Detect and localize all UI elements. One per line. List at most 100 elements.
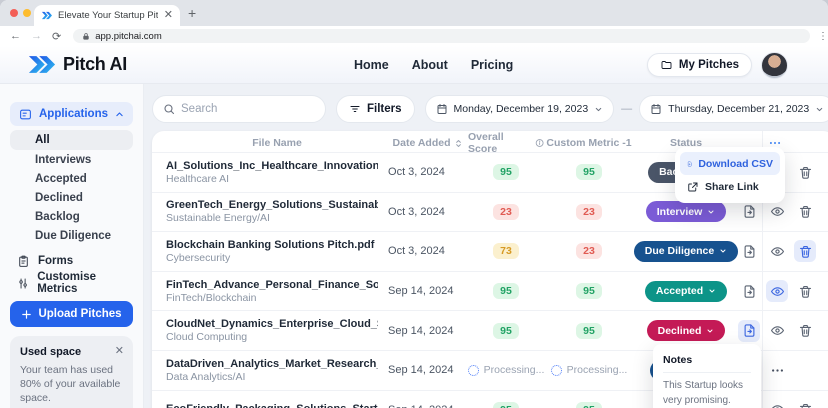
search-box[interactable] [152,95,327,123]
ellipsis-icon[interactable] [766,359,788,381]
file-category: FinTech/Blockchain [166,291,257,304]
upload-pitches-button[interactable]: Upload Pitches [10,301,134,327]
eye-icon[interactable] [766,399,788,408]
status-cell: Due Diligence [633,240,739,262]
new-tab-button[interactable]: + [188,5,196,21]
date-from-picker[interactable]: Monday, December 19, 2023 [424,95,615,123]
sidebar-item-forms[interactable]: Forms [10,251,133,271]
nav-pricing[interactable]: Pricing [471,58,513,72]
status-dropdown[interactable]: Interview [645,201,727,223]
file-cell[interactable]: EcoFriendly_Packaging_Solutions_Startup_… [166,403,388,408]
file-cell[interactable]: FinTech_Advance_Personal_Finance_Solutio… [166,279,388,304]
nav-home[interactable]: Home [354,58,389,72]
used-space-card: Used space ✕ Your team has used 80% of y… [10,336,134,408]
date-added-cell: Sep 14, 2024 [388,324,454,337]
file-cell[interactable]: Blockchain Banking Solutions Pitch.pdf Cy… [166,239,388,264]
copy-icon[interactable] [738,280,760,302]
status-dropdown[interactable]: Due Diligence [633,240,739,262]
filters-button[interactable]: Filters [336,95,415,123]
trash-icon[interactable] [794,240,817,263]
chevron-down-icon [595,107,602,111]
eye-icon[interactable] [766,320,788,342]
column-date-added[interactable]: Date Added [388,137,468,149]
date-range: Monday, December 19, 2023 — Thursday, De… [424,95,828,123]
reload-icon[interactable]: ⟳ [52,30,61,43]
tab-favicon-icon [41,11,52,20]
user-avatar[interactable] [761,52,788,79]
trash-icon[interactable] [794,280,816,302]
back-icon[interactable]: ← [10,30,21,42]
trash-icon[interactable] [794,161,816,183]
download-csv-icon [687,161,692,166]
file-name: Blockchain Banking Solutions Pitch.pdf [166,238,375,251]
my-pitches-button[interactable]: My Pitches [646,53,752,77]
sidebar-item-backlog[interactable]: Backlog [10,207,133,226]
plus-icon [22,309,32,319]
date-to-value: Thursday, December 21, 2023 [668,103,810,115]
copy-icon[interactable] [738,240,760,262]
eye-icon[interactable] [766,280,789,303]
browser-menu-icon[interactable]: ⋮ [818,31,828,42]
spinner-icon [467,364,479,376]
notes-divider [663,372,752,373]
eye-icon[interactable] [766,201,788,223]
sidebar-item-applications[interactable]: Applications [10,102,134,126]
date-added-cell: Oct 3, 2024 [388,205,445,218]
row-actions [738,201,828,223]
copy-icon[interactable] [738,319,761,342]
info-icon[interactable] [535,138,544,148]
folder-icon [661,61,672,69]
minimize-window-icon[interactable] [23,9,31,17]
filters-label: Filters [367,103,402,115]
status-cell: Declined [634,320,738,342]
content: Applications All Interviews Accepted Dec… [0,84,828,408]
file-cell[interactable]: GreenTech_Energy_Solutions_Sustainable_E… [166,199,388,224]
score-pill: 95 [544,164,634,181]
file-cell[interactable]: DataDriven_Analytics_Market_Research_Too… [166,358,388,383]
toolbar: Filters Monday, December 19, 2023 — Thur… [152,95,828,123]
row-actions [738,319,828,342]
menu-item-share-link[interactable]: Share Link [680,175,780,198]
close-window-icon[interactable] [10,9,18,17]
sidebar-applications-label: Applications [39,108,109,120]
my-pitches-label: My Pitches [678,59,739,71]
eye-icon[interactable] [766,240,788,262]
date-to-picker[interactable]: Thursday, December 21, 2023 [639,95,828,123]
score-pill: 95 [544,283,634,300]
menu-item-label: Share Link [705,180,759,193]
upload-pitches-label: Upload Pitches [38,308,122,320]
date-added-cell: Sep 14, 2024 [388,285,454,298]
trash-icon[interactable] [794,201,816,223]
score-pill: 23 [468,203,544,220]
copy-icon[interactable] [738,201,760,223]
brand[interactable]: Pitch AI [28,54,127,75]
row-actions [738,280,828,303]
status-dropdown[interactable]: Accepted [644,280,728,302]
search-input[interactable] [181,103,302,115]
brand-logo-icon [28,56,56,73]
status-cell: Accepted [634,280,738,302]
status-dropdown[interactable]: Declined [646,320,726,342]
sidebar-item-due-diligence[interactable]: Due Diligence [10,226,133,245]
used-space-close-icon[interactable]: ✕ [115,344,124,357]
file-cell[interactable]: AI_Solutions_Inc_Healthcare_Innovation_P… [166,160,388,185]
sidebar-item-interviews[interactable]: Interviews [10,150,133,169]
main-area: Filters Monday, December 19, 2023 — Thur… [144,84,828,408]
trash-icon[interactable] [794,320,816,342]
browser-tab[interactable]: Elevate Your Startup Pitch ✕ [34,5,180,26]
nav-about[interactable]: About [412,58,448,72]
file-cell[interactable]: CloudNet_Dynamics_Enterprise_Cloud_Solut… [166,318,388,343]
sidebar-item-customise-metrics[interactable]: Customise Metrics [10,271,133,295]
url-field[interactable]: app.pitchai.com [73,29,810,43]
forward-icon[interactable]: → [31,30,42,42]
file-category: Cloud Computing [166,331,248,344]
sidebar-item-declined[interactable]: Declined [10,188,133,207]
tab-title: Elevate Your Startup Pitch [58,10,158,21]
sidebar-item-all[interactable]: All [10,130,134,150]
file-name: EcoFriendly_Packaging_Solutions_Startup_… [166,403,378,408]
trash-icon[interactable] [794,399,816,408]
menu-item-download-csv[interactable]: Download CSV [680,152,781,175]
sidebar-item-accepted[interactable]: Accepted [10,169,133,188]
score-pill: 95 [544,322,634,339]
tab-close-icon[interactable]: ✕ [164,10,173,21]
